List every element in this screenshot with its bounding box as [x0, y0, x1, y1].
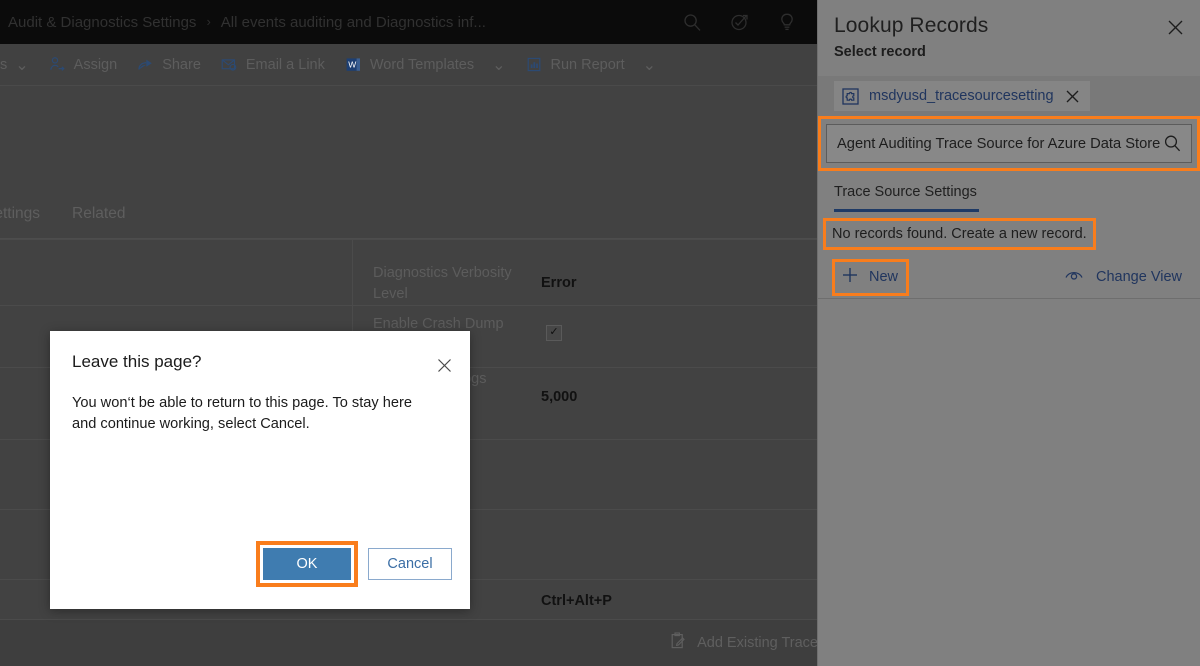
chevron-down-icon[interactable]: ⌄: [643, 55, 656, 75]
change-view-button[interactable]: Change View: [1064, 268, 1182, 287]
tab-settings[interactable]: Settings: [0, 205, 40, 223]
change-view-label: Change View: [1096, 269, 1182, 285]
command-email-a-link[interactable]: Email a Link: [211, 44, 335, 85]
field-value: Error: [541, 273, 576, 294]
new-record-button[interactable]: New: [832, 259, 909, 296]
chevron-down-icon[interactable]: ⌄: [492, 55, 505, 75]
field-label: Logs: [455, 369, 605, 390]
assign-icon: [49, 56, 66, 73]
lightbulb-icon[interactable]: [778, 12, 796, 32]
command-word-templates-label: Word Templates: [370, 57, 474, 73]
entity-icon: [842, 88, 859, 105]
form-divider: [0, 305, 818, 306]
breadcrumb-current: All events auditing and Diagnostics inf.…: [221, 14, 486, 31]
share-icon: [137, 56, 154, 73]
dialog-message: You won‘t be able to return to this page…: [72, 393, 434, 435]
lookup-subtitle: Select record: [834, 44, 1184, 60]
command-bar: s ⌄ Assign Share Email a Link: [0, 44, 818, 86]
form-divider: [0, 239, 818, 240]
entity-chip-remove-icon[interactable]: [1064, 87, 1082, 105]
no-records-message: No records found. Create a new record.: [832, 226, 1087, 242]
email-link-icon: [221, 56, 238, 73]
screen-root: Audit & Diagnostics Settings › All event…: [0, 0, 1200, 666]
tab-related[interactable]: Related: [72, 205, 125, 223]
command-overflow[interactable]: s ⌄: [0, 44, 39, 85]
entity-chip-label: msdyusd_tracesourcesetting: [869, 88, 1054, 104]
assistant-icon[interactable]: [730, 12, 750, 32]
lookup-header: Lookup Records Select record: [818, 0, 1200, 60]
lookup-view-tab-underline: [834, 209, 979, 212]
no-records-highlight: No records found. Create a new record.: [823, 218, 1096, 250]
lookup-records-panel: Lookup Records Select record msdyusd_tra…: [817, 0, 1200, 666]
chevron-right-icon: ›: [206, 15, 210, 28]
ok-button-highlight: OK: [256, 541, 358, 587]
lookup-search-box[interactable]: [826, 124, 1192, 163]
dialog-close-button[interactable]: [433, 354, 455, 376]
cancel-button[interactable]: Cancel: [368, 548, 452, 580]
ok-button[interactable]: OK: [263, 548, 351, 580]
command-run-report[interactable]: Run Report ⌄: [516, 44, 667, 85]
svg-text:W: W: [348, 59, 356, 69]
subgrid-command-bar: Add Existing Trace: [0, 619, 818, 666]
eye-icon: [1064, 268, 1084, 287]
lookup-view-tab[interactable]: Trace Source Settings: [834, 184, 977, 200]
breadcrumb[interactable]: Audit & Diagnostics Settings › All event…: [0, 14, 486, 31]
command-email-a-link-label: Email a Link: [246, 57, 325, 73]
lookup-close-button[interactable]: [1162, 14, 1188, 40]
command-word-templates[interactable]: W Word Templates ⌄: [335, 44, 516, 85]
breadcrumb-parent[interactable]: Audit & Diagnostics Settings: [8, 14, 196, 31]
add-existing-trace-command[interactable]: Add Existing Trace: [670, 632, 818, 654]
search-icon[interactable]: [1161, 133, 1183, 155]
field-label: Diagnostics Verbosity Level: [373, 263, 543, 305]
chevron-down-icon[interactable]: ⌄: [15, 55, 28, 75]
command-assign-label: Assign: [74, 57, 118, 73]
add-existing-record-icon: [670, 632, 687, 654]
lookup-search-input[interactable]: [837, 136, 1161, 152]
leave-page-dialog: Leave this page? You won‘t be able to re…: [50, 331, 470, 609]
top-navigation-bar: Audit & Diagnostics Settings › All event…: [0, 0, 818, 44]
lookup-title: Lookup Records: [834, 14, 1184, 38]
command-share-label: Share: [162, 57, 201, 73]
entity-chip[interactable]: msdyusd_tracesourcesetting: [834, 81, 1090, 111]
lookup-divider: [818, 298, 1200, 299]
field-value: 5,000: [541, 387, 577, 408]
word-templates-icon: W: [345, 56, 362, 73]
dialog-button-row: OK Cancel: [256, 541, 452, 587]
dialog-title: Leave this page?: [72, 352, 202, 372]
command-assign[interactable]: Assign: [39, 44, 128, 85]
search-icon[interactable]: [683, 13, 702, 32]
run-report-icon: [526, 56, 543, 73]
lookup-search-highlight: [818, 116, 1200, 171]
add-existing-trace-label: Add Existing Trace: [697, 635, 818, 651]
nav-icon-group: [683, 0, 808, 44]
new-record-label: New: [869, 269, 898, 285]
enable-crash-dump-checkbox[interactable]: ✓: [546, 325, 562, 341]
command-run-report-label: Run Report: [551, 57, 625, 73]
command-share[interactable]: Share: [127, 44, 211, 85]
record-tab-strip: Settings Related: [0, 190, 818, 239]
lookup-action-row: New Change View: [818, 258, 1200, 296]
field-value: Ctrl+Alt+P: [541, 591, 612, 612]
plus-icon: [841, 266, 859, 289]
entity-filter-row: msdyusd_tracesourcesetting: [818, 76, 1200, 116]
